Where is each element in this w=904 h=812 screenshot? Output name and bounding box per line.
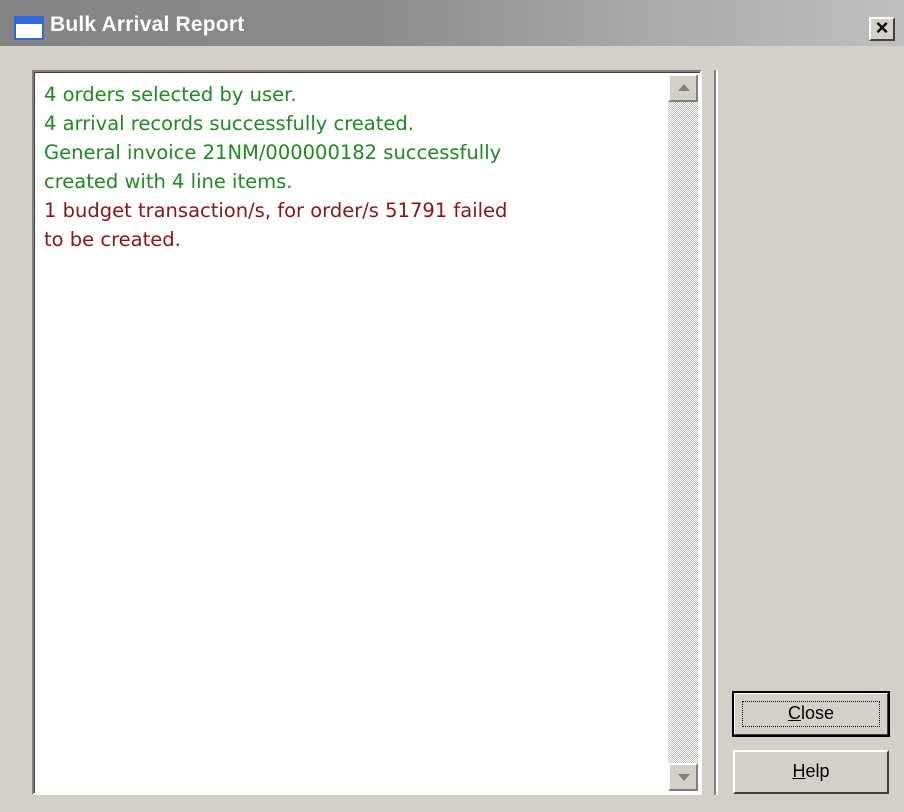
help-button[interactable]: Help bbox=[733, 750, 889, 794]
report-line: 4 orders selected by user. bbox=[44, 83, 297, 106]
help-button-label: Help bbox=[792, 761, 829, 781]
report-text-area[interactable]: 4 orders selected by user. 4 arrival rec… bbox=[32, 70, 702, 795]
help-mnemonic: H bbox=[792, 761, 806, 781]
report-line-error: 1 budget transaction/s, for order/s 5179… bbox=[44, 199, 508, 222]
vertical-scrollbar[interactable] bbox=[668, 74, 698, 791]
close-button[interactable]: Close bbox=[732, 691, 890, 737]
scroll-up-button[interactable] bbox=[668, 74, 698, 102]
scroll-down-button[interactable] bbox=[668, 763, 698, 791]
window-title: Bulk Arrival Report bbox=[50, 13, 245, 36]
help-label-rest: elp bbox=[805, 761, 830, 781]
report-line: General invoice 21NM/000000182 successfu… bbox=[44, 141, 502, 164]
close-button-label: Close bbox=[788, 703, 834, 723]
report-text: 4 orders selected by user. 4 arrival rec… bbox=[44, 80, 644, 254]
vertical-divider bbox=[714, 70, 718, 795]
arrow-down-icon bbox=[678, 774, 690, 781]
window-icon bbox=[14, 16, 44, 40]
close-mnemonic: C bbox=[787, 703, 801, 723]
report-line: created with 4 line items. bbox=[44, 170, 293, 193]
report-line-error: to be created. bbox=[44, 228, 181, 251]
close-label-rest: lose bbox=[800, 703, 835, 723]
arrow-up-icon bbox=[678, 84, 690, 91]
report-line: 4 arrival records successfully created. bbox=[44, 112, 414, 135]
close-window-button[interactable]: × bbox=[869, 17, 895, 41]
title-bar[interactable]: Bulk Arrival Report × bbox=[0, 0, 904, 46]
